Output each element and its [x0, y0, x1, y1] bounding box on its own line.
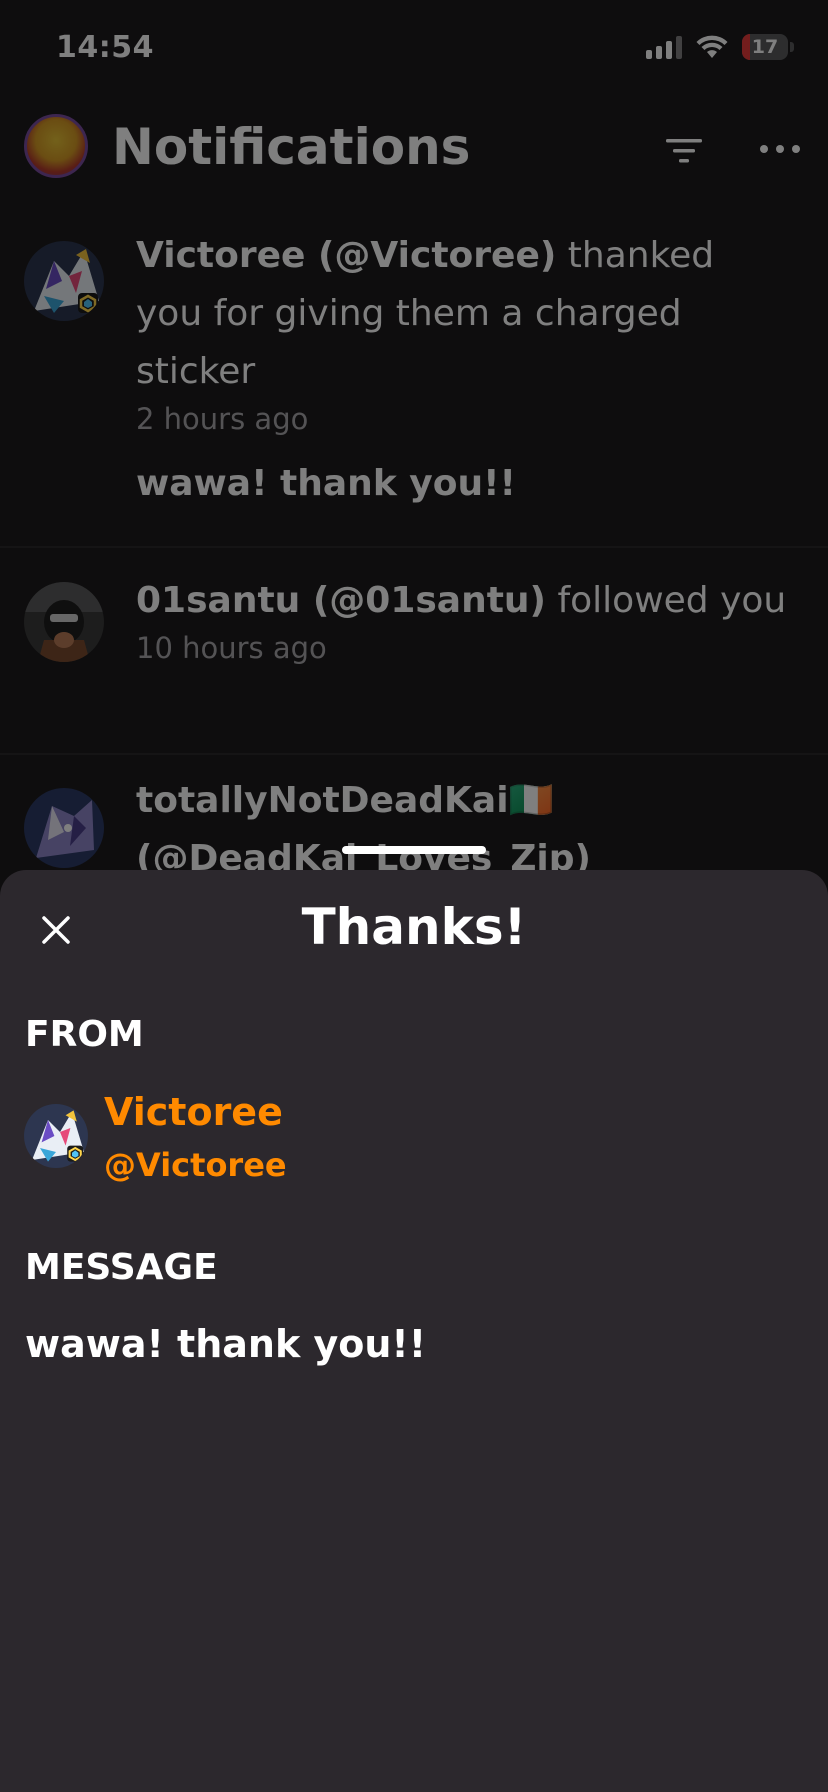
thanks-sheet: Thanks! FROM Victoree @Victoree MESSAGE … [0, 870, 828, 1792]
message-label: MESSAGE [25, 1247, 218, 1288]
sender-avatar[interactable] [24, 1104, 88, 1168]
sheet-title: Thanks! [301, 898, 527, 956]
message-text: wawa! thank you!! [25, 1322, 427, 1366]
from-label: FROM [25, 1014, 144, 1055]
notifications-screen: 14:54 17 Notifications [0, 0, 828, 1792]
sheet-grabber[interactable] [342, 846, 486, 854]
sender-handle[interactable]: @Victoree [104, 1146, 287, 1184]
sender-name[interactable]: Victoree [104, 1090, 283, 1134]
